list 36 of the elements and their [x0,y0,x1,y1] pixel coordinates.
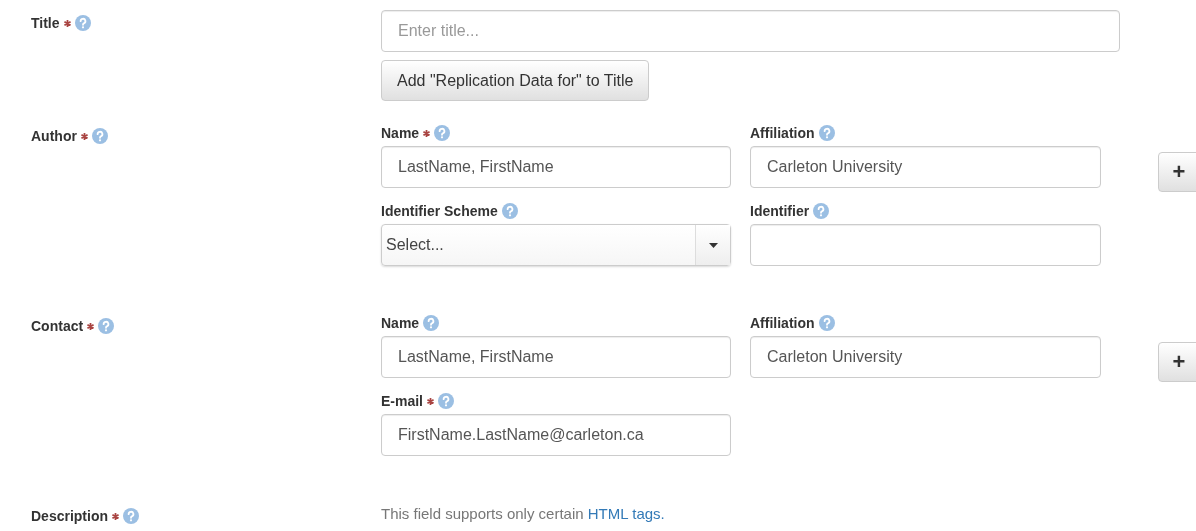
field-label: Affiliation [750,124,815,143]
text-field[interactable] [750,224,1101,266]
field-label: Affiliation [750,314,815,333]
help-icon[interactable] [813,203,830,219]
help-icon[interactable] [74,15,91,31]
text-field[interactable]: Carleton University [750,336,1101,378]
text-field[interactable]: LastName, FirstName [381,336,731,378]
caret-icon [708,242,718,248]
field-label: Description [31,507,108,526]
help-icon[interactable] [434,125,451,141]
field-label: Identifier [750,202,810,221]
field-label: Name [381,124,420,143]
help-text: This field supports only certain HTML tags. [381,505,666,522]
field-label: E-mail [381,392,423,411]
add-button[interactable]: + [1158,152,1196,192]
html-tags-link[interactable]: HTML tags. [587,505,665,522]
field-label: Author [31,127,77,146]
field-label: Name [381,314,420,333]
text-field[interactable]: FirstName.LastName@carleton.ca [381,414,731,456]
help-icon[interactable] [818,125,835,141]
help-icon[interactable] [818,315,835,331]
add-button[interactable]: + [1158,342,1196,382]
text-field[interactable]: Carleton University [750,146,1101,188]
select-field[interactable]: Select... [381,224,731,266]
help-icon[interactable] [98,318,115,334]
field-label: Contact [31,317,84,336]
help-icon[interactable] [501,203,518,219]
help-icon[interactable] [123,508,139,524]
help-icon[interactable] [438,393,454,409]
text-field[interactable]: LastName, FirstName [381,146,731,188]
field-label: Identifier Scheme [381,202,498,221]
help-icon[interactable] [91,128,108,144]
title-field[interactable]: Enter title... [381,10,1120,52]
field-label: Title [31,14,60,33]
add-prefix-button[interactable]: Add "Replication Data for" to Title [381,60,650,101]
help-icon[interactable] [423,315,440,331]
